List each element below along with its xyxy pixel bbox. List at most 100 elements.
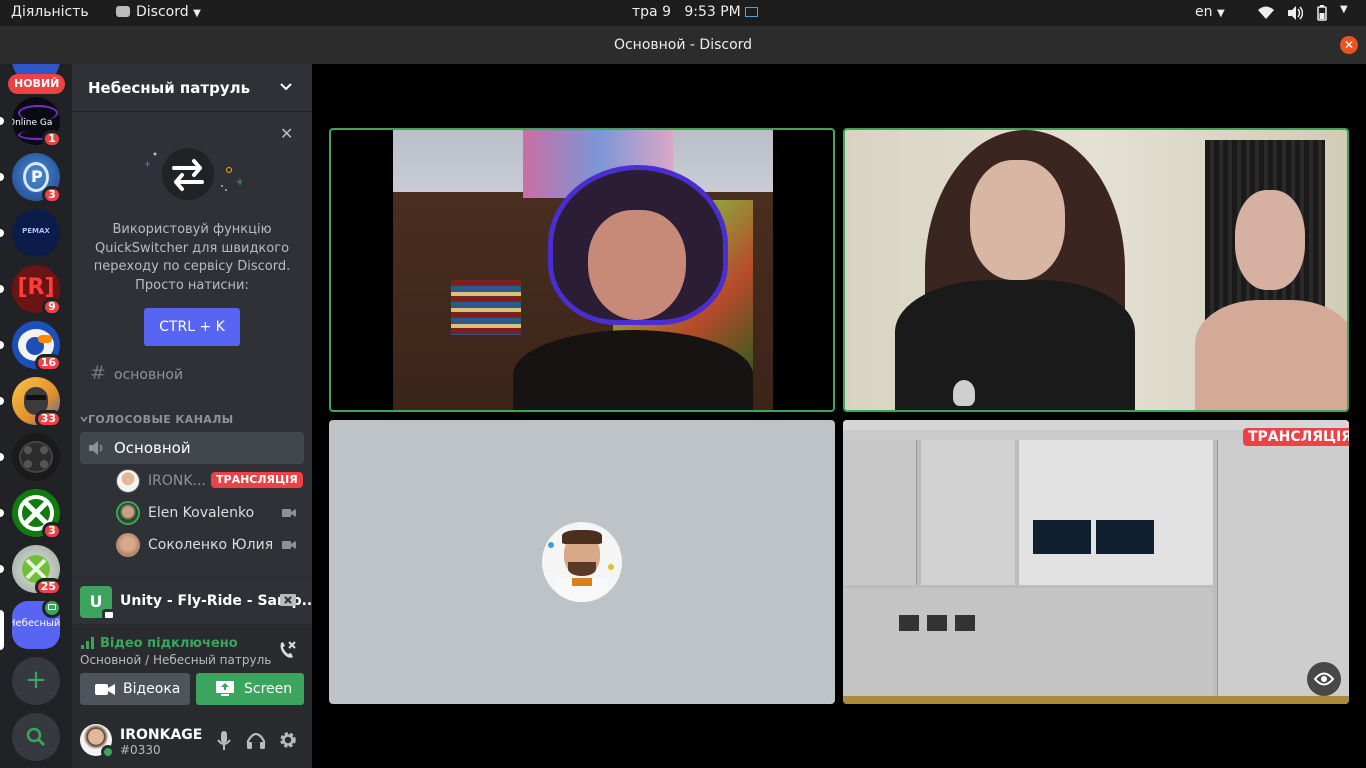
speaker-icon: [89, 441, 103, 455]
mention-badge: 16: [34, 354, 62, 372]
unity-editor-preview: [843, 420, 1349, 704]
voice-user-ironkage[interactable]: IRONK... ТРАНСЛЯЦІЯ: [116, 466, 312, 496]
server-r[interactable]: [R] 9: [0, 265, 62, 316]
selected-indicator: [0, 610, 4, 650]
voice-status-panel: Відео підключено Основной / Небесный пат…: [72, 626, 312, 712]
video-feed: [393, 130, 773, 410]
server-selected[interactable]: Небесныйпатр: [12, 598, 62, 649]
server-blue[interactable]: 16: [0, 321, 62, 372]
system-top-bar: Діяльність Discord ▼ тра 9 9:53 PM en ▼ …: [0, 0, 1366, 26]
add-server-button[interactable]: +: [12, 657, 60, 705]
language-selector[interactable]: en ▼: [1195, 4, 1225, 20]
gear-icon[interactable]: [278, 730, 298, 750]
activity-panel[interactable]: U Unity - Fly-Ride - Samp...: [72, 577, 318, 625]
channel-sidebar: Небесный патруль ✕ Використовуй функцію …: [72, 64, 318, 768]
unread-indicator: [0, 285, 4, 293]
avatar: [116, 501, 140, 525]
promo-text: Використовуй функцію QuickSwitcher для ш…: [93, 222, 291, 293]
unread-indicator: [0, 117, 4, 125]
chevron-down-icon: ▼: [1216, 8, 1225, 19]
server-avatar[interactable]: 33: [0, 377, 62, 428]
server-gamepad[interactable]: [0, 433, 60, 481]
unread-indicator: [0, 453, 4, 461]
shortcut-button[interactable]: CTRL + K: [144, 308, 240, 346]
clock[interactable]: тра 9 9:53 PM: [632, 4, 759, 20]
volume-icon[interactable]: [1287, 5, 1303, 21]
screen-share-button[interactable]: Screen: [196, 673, 304, 705]
close-window-button[interactable]: ✕: [1340, 36, 1358, 54]
gamepad-icon: [12, 433, 60, 481]
voice-channel-item[interactable]: Основной: [80, 432, 304, 464]
connection-strength-icon[interactable]: [81, 637, 95, 649]
server-online-games-text: Online Ga: [12, 118, 53, 128]
microphone-icon[interactable]: [217, 731, 231, 751]
screen-share-label: Screen: [244, 681, 293, 697]
mention-badge: 1: [42, 130, 62, 148]
video-button[interactable]: Відеока: [80, 673, 190, 705]
text-channel-name: основной: [114, 367, 184, 383]
avatar: [116, 469, 140, 493]
server-name: Небесный патруль: [88, 79, 251, 97]
eye-icon: [1314, 672, 1334, 686]
server-xbox-360[interactable]: 25: [0, 545, 62, 596]
explore-servers-button[interactable]: [12, 713, 60, 761]
online-status-icon: [101, 745, 115, 759]
unread-indicator: [0, 341, 4, 349]
server-rail: НОВИЙ Online Ga 1 P 3 PEMAX [R] 9 16 33 …: [0, 64, 72, 768]
server-playstation[interactable]: P 3: [0, 153, 62, 204]
close-promo-button[interactable]: ✕: [280, 124, 293, 143]
video-tile-user-1[interactable]: [329, 128, 835, 412]
server-xbox[interactable]: 3: [0, 489, 62, 540]
language-label: en: [1195, 4, 1213, 20]
wifi-icon[interactable]: [1258, 6, 1274, 19]
mail-icon: [745, 7, 759, 17]
live-badge: ТРАНСЛЯЦІЯ: [1243, 428, 1349, 446]
hash-icon: #: [90, 362, 106, 384]
headphones-icon[interactable]: [246, 731, 266, 749]
voice-user-sokolenko[interactable]: Соколенко Юлия: [116, 530, 312, 560]
power-menu-chevron-icon[interactable]: ▼: [1340, 4, 1348, 15]
video-tile-user-2[interactable]: [843, 128, 1349, 412]
mention-badge: 33: [34, 410, 62, 428]
voice-channel-name: Основной: [114, 439, 191, 457]
stop-stream-icon[interactable]: [279, 593, 297, 609]
quickswitcher-icon: [145, 148, 242, 200]
video-grid: ТРАНСЛЯЦІЯ: [312, 64, 1366, 768]
app-menu[interactable]: Discord ▼: [116, 4, 201, 20]
text-channel-item[interactable]: # основной: [80, 362, 304, 386]
user-panel: IRONKAGE #0330: [72, 712, 312, 768]
server-pemax[interactable]: PEMAX: [0, 209, 60, 257]
new-badge: НОВИЙ: [8, 74, 66, 94]
server-online-games[interactable]: Online Ga 1: [0, 97, 62, 148]
voice-status-text[interactable]: Відео підключено: [100, 636, 238, 651]
disconnect-call-icon[interactable]: [277, 640, 297, 660]
user-avatar[interactable]: [80, 724, 115, 759]
voice-user-elen[interactable]: Elen Kovalenko: [116, 498, 312, 528]
discord-app-icon: [116, 6, 130, 17]
screen-share-tile[interactable]: ТРАНСЛЯЦІЯ: [843, 420, 1349, 704]
voice-location[interactable]: Основной / Небесный патруль: [80, 653, 271, 667]
server-header[interactable]: Небесный патруль: [72, 64, 312, 112]
unread-indicator: [0, 229, 4, 237]
activities-button[interactable]: Діяльність: [11, 4, 89, 20]
video-feed: [845, 130, 1347, 410]
unread-indicator: [0, 173, 4, 181]
viewers-button[interactable]: [1307, 662, 1341, 696]
chevron-down-icon: [80, 416, 88, 423]
mention-badge: 9: [42, 298, 62, 316]
username[interactable]: IRONKAGE: [120, 727, 202, 743]
battery-icon[interactable]: [1317, 5, 1327, 21]
voice-user-name: Elen Kovalenko: [148, 505, 255, 521]
shirt-print: [953, 380, 975, 408]
voice-user-name: IRONK...: [148, 473, 206, 489]
video-tile-user-3[interactable]: [329, 420, 835, 704]
screen-share-icon: [216, 681, 234, 696]
video-camera-icon: [95, 684, 115, 695]
video-button-label: Відеока: [123, 681, 181, 697]
voice-category[interactable]: ГОЛОСОВЫЕ КАНАЛЫ: [80, 412, 304, 428]
window-title: Основной - Discord: [613, 37, 753, 53]
unread-indicator: [0, 565, 4, 573]
server-r-text: [R]: [17, 275, 55, 300]
unread-indicator: [0, 509, 4, 517]
camera-icon: [282, 509, 296, 517]
